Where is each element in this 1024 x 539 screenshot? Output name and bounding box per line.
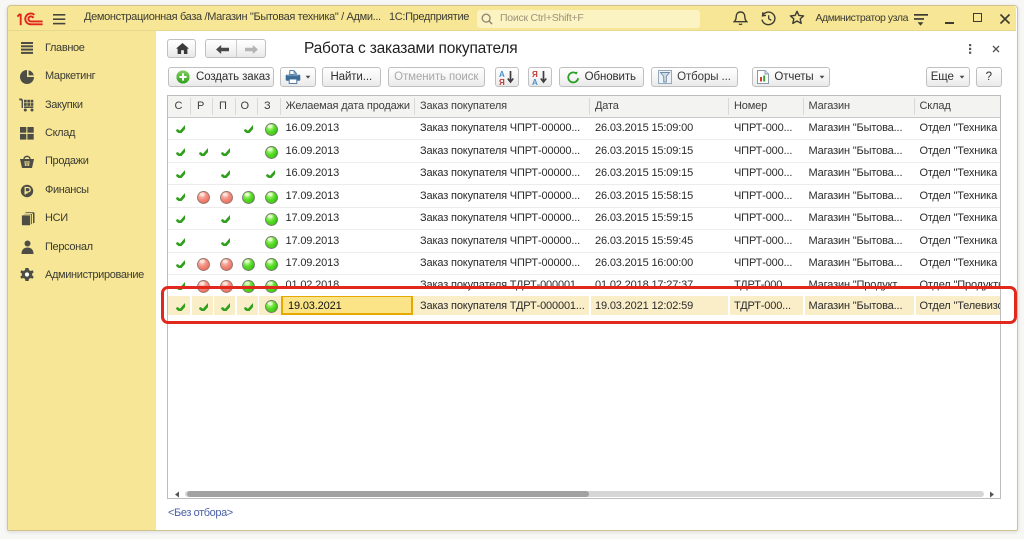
svg-text:Я: Я (499, 78, 505, 85)
svg-text:А: А (532, 78, 538, 85)
